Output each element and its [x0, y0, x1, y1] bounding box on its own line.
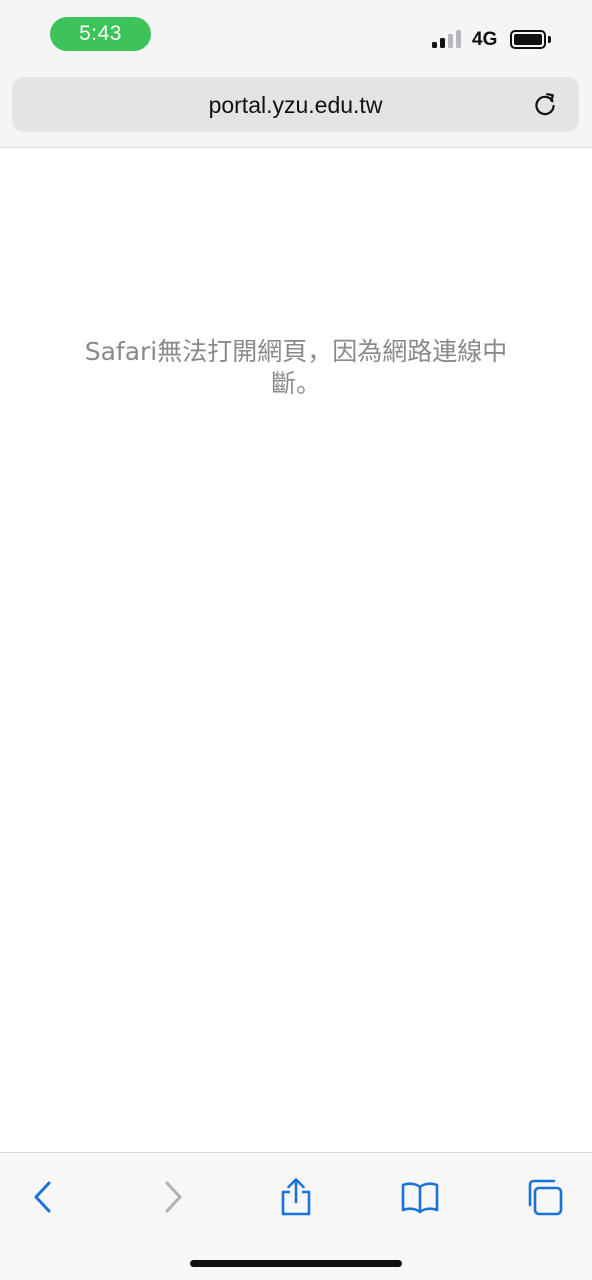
cellular-signal-icon	[432, 30, 464, 48]
network-type: 4G	[472, 29, 498, 50]
forward-icon[interactable]	[150, 1175, 194, 1219]
bookmarks-icon[interactable]	[398, 1175, 442, 1219]
home-indicator[interactable]	[190, 1260, 402, 1267]
battery-tip	[548, 36, 551, 43]
tabs-icon[interactable]	[524, 1175, 568, 1219]
status-time: 5:43	[50, 17, 151, 51]
status-bar: 5:43 4G	[0, 0, 592, 70]
bottom-toolbar	[0, 1152, 592, 1280]
address-toolbar: portal.yzu.edu.tw	[0, 70, 592, 148]
error-message: Safari無法打開網頁，因為網路連線中斷。	[84, 337, 508, 398]
back-icon[interactable]	[22, 1175, 66, 1219]
web-content: Safari無法打開網頁，因為網路連線中斷。	[0, 148, 592, 1152]
address-bar[interactable]: portal.yzu.edu.tw	[12, 77, 579, 132]
battery-icon	[510, 30, 546, 49]
url-text[interactable]: portal.yzu.edu.tw	[12, 92, 579, 119]
reload-icon[interactable]	[531, 90, 559, 118]
share-icon[interactable]	[274, 1175, 318, 1219]
